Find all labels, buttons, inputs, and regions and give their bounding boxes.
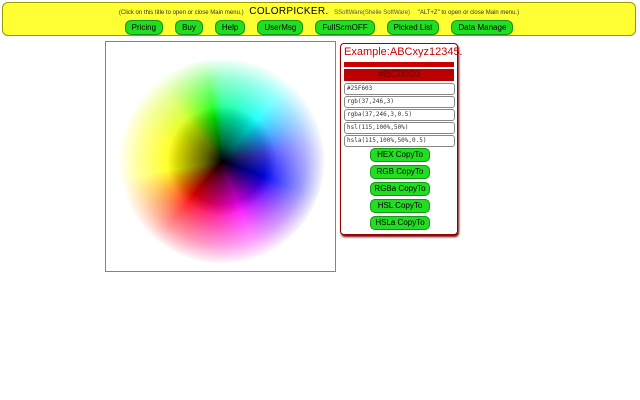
rgb-copy-button[interactable]: RGB CopyTo — [370, 165, 430, 179]
hex-field[interactable]: #25F603 — [344, 83, 455, 95]
color-picker-area[interactable] — [105, 41, 336, 272]
color-wheel[interactable] — [120, 59, 324, 263]
main-menu-nav: Pricing Buy Help UserMsg FullScrnOFF Pic… — [3, 20, 635, 35]
title-hint-right: "ALT+Z" to open or close Main menu.) — [417, 10, 520, 16]
rgb-field[interactable]: rgb(37,246,3) — [344, 96, 455, 108]
color-info-panel: Example:ABCxyz12345. #BC0000 #25F603 rgb… — [340, 43, 463, 235]
data-manage-button[interactable]: Data Manage — [451, 20, 514, 35]
buy-button[interactable]: Buy — [175, 20, 203, 35]
accent-stripe — [344, 62, 454, 67]
app-title[interactable]: COLORPICKER. — [249, 6, 328, 17]
fullscreen-off-button[interactable]: FullScrnOFF — [315, 20, 375, 35]
help-button[interactable]: Help — [214, 20, 246, 35]
main-menu-bar[interactable]: (Click on this title to open or close Ma… — [2, 2, 636, 36]
pricing-button[interactable]: Pricing — [124, 20, 164, 35]
title-hint-left: (Click on this title to open or close Ma… — [118, 10, 244, 16]
picked-list-button[interactable]: Picked List — [386, 20, 440, 35]
rgba-field[interactable]: rgba(37,246,3,0.5) — [344, 109, 455, 121]
hsl-field[interactable]: hsl(115,100%,50%) — [344, 122, 455, 134]
hsla-copy-button[interactable]: HSLa CopyTo — [370, 216, 430, 230]
hsla-field[interactable]: hsla(115,100%,50%,0.5) — [344, 135, 455, 147]
menu-title[interactable]: (Click on this title to open or close Ma… — [3, 6, 635, 17]
company-name: SSoftWare(Sheile SoftWare) — [334, 10, 411, 16]
usermsg-button[interactable]: UserMsg — [257, 20, 304, 35]
rgba-copy-button[interactable]: RGBa CopyTo — [370, 182, 430, 196]
hsl-copy-button[interactable]: HSL CopyTo — [370, 199, 430, 213]
hex-copy-button[interactable]: HEX CopyTo — [370, 148, 430, 162]
selected-color-swatch: #BC0000 — [344, 69, 454, 81]
example-text: Example:ABCxyz12345. — [344, 46, 463, 58]
